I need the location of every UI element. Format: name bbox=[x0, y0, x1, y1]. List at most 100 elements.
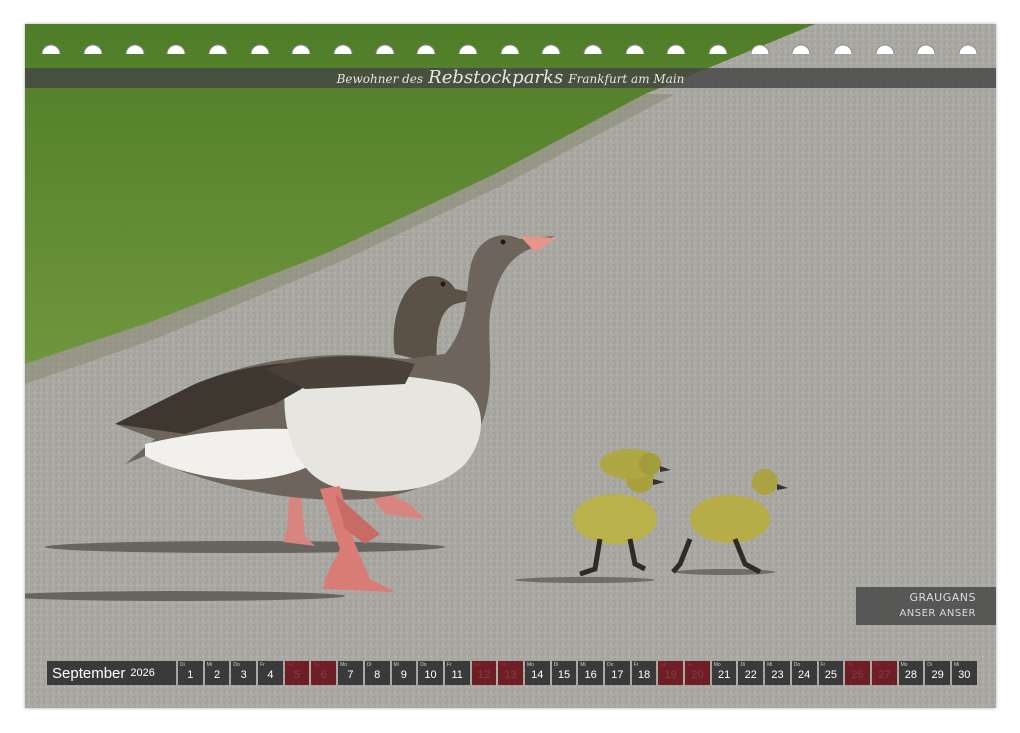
day-number: 4 bbox=[267, 669, 274, 681]
weekday-label: Mo bbox=[340, 662, 348, 668]
day-number: 29 bbox=[931, 669, 944, 681]
day-number: 11 bbox=[451, 669, 463, 681]
day-number: 27 bbox=[878, 669, 891, 681]
day-number: 8 bbox=[374, 669, 381, 681]
day-number: 23 bbox=[771, 669, 784, 681]
calendar-day: Fr 25 bbox=[818, 661, 844, 685]
weekday-label: So bbox=[873, 662, 880, 668]
calendar-day: Mo 28 bbox=[898, 661, 924, 685]
species-label: GRAUGANS ANSER ANSER bbox=[856, 587, 996, 625]
weekday-label: Fr bbox=[820, 662, 826, 668]
day-number: 21 bbox=[717, 669, 731, 681]
calendar-day: Mo 21 bbox=[711, 661, 737, 685]
calendar-day: Fr 11 bbox=[444, 661, 470, 685]
weekday-label: Di bbox=[740, 662, 746, 668]
calendar-day: So 27 bbox=[871, 661, 897, 685]
day-number: 1 bbox=[187, 669, 194, 681]
month-year: 2026 bbox=[130, 667, 155, 679]
day-number: 16 bbox=[584, 669, 597, 681]
calendar-day: Di 22 bbox=[738, 661, 764, 685]
calendar-day: Mi 23 bbox=[765, 661, 790, 685]
calendar-day: Mi 2 bbox=[204, 661, 230, 685]
day-number: 6 bbox=[320, 669, 327, 681]
calendar-day: Do 3 bbox=[231, 661, 257, 685]
weekday-label: Sa bbox=[473, 662, 480, 668]
weekday-label: So bbox=[500, 662, 507, 668]
weekday-label: Di bbox=[366, 662, 372, 668]
calendar-day: Mi 9 bbox=[391, 661, 417, 685]
day-number: 2 bbox=[213, 669, 221, 681]
weekday-label: Sa bbox=[847, 662, 854, 668]
calendar-day: So 6 bbox=[311, 661, 337, 685]
weekday-label: Di bbox=[927, 662, 932, 668]
calendar-day: Do 24 bbox=[791, 661, 817, 685]
weekday-label: Mi bbox=[206, 662, 212, 668]
weekday-label: Do bbox=[420, 662, 427, 668]
month-name: September bbox=[52, 664, 126, 682]
weekday-label: Sa bbox=[286, 662, 293, 668]
calendar-day: Di 29 bbox=[925, 661, 950, 685]
banner-suffix: Frankfurt am Main bbox=[568, 72, 685, 86]
month-label: September 2026 bbox=[47, 661, 176, 685]
day-number: 15 bbox=[557, 669, 571, 681]
weekday-label: Fr bbox=[446, 662, 452, 668]
calendar-day: Sa 12 bbox=[471, 661, 497, 685]
calendar-day: Mi 16 bbox=[578, 661, 603, 685]
weekday-label: Di bbox=[180, 662, 185, 668]
calendar-page: Bewohner des Rebstockparks Frankfurt am … bbox=[25, 24, 996, 708]
day-number: 24 bbox=[798, 669, 811, 681]
day-number: 9 bbox=[400, 669, 407, 681]
day-number: 28 bbox=[904, 669, 918, 681]
day-number: 19 bbox=[664, 669, 677, 681]
species-latin-name: ANSER ANSER bbox=[899, 608, 976, 619]
calendar-day: Sa 26 bbox=[845, 661, 870, 685]
calendar-day: Mo 7 bbox=[338, 661, 363, 685]
day-number: 18 bbox=[637, 669, 651, 681]
day-number: 12 bbox=[477, 669, 491, 681]
day-number: 25 bbox=[824, 669, 837, 681]
calendar-strip: September 2026 Di 1 Mi 2 Do 3 Fr 4 Sa 5 So 6 Mo 7 Di 8 M… bbox=[47, 661, 977, 686]
weekday-label: Mi bbox=[393, 662, 399, 668]
banner-prefix: Bewohner des bbox=[336, 72, 424, 86]
day-number: 26 bbox=[851, 669, 864, 681]
day-number: 5 bbox=[294, 669, 301, 681]
weekday-label: Do bbox=[793, 662, 801, 668]
weekday-label: So bbox=[687, 662, 694, 668]
day-number: 13 bbox=[504, 669, 517, 681]
weekday-label: Mo bbox=[713, 662, 721, 668]
weekday-label: Mo bbox=[900, 662, 908, 668]
banner-park-name: Rebstockparks bbox=[428, 67, 564, 88]
weekday-label: Mi bbox=[767, 662, 773, 668]
calendar-day: Di 8 bbox=[364, 661, 390, 685]
weekday-label: Do bbox=[607, 662, 614, 668]
weekday-label: Sa bbox=[660, 662, 667, 668]
calendar-day: Di 1 bbox=[178, 661, 203, 685]
day-number: 30 bbox=[958, 669, 971, 681]
calendar-day: So 13 bbox=[498, 661, 523, 685]
calendar-day: Fr 4 bbox=[258, 661, 283, 685]
calendar-day: Mo 14 bbox=[524, 661, 550, 685]
calendar-day: Di 15 bbox=[551, 661, 577, 685]
weekday-label: Fr bbox=[260, 662, 265, 668]
day-number: 14 bbox=[531, 669, 544, 681]
calendar-day: Mi 30 bbox=[951, 661, 977, 685]
weekday-label: Fr bbox=[633, 662, 639, 668]
calendar-day: Sa 19 bbox=[658, 661, 684, 685]
title-banner: Bewohner des Rebstockparks Frankfurt am … bbox=[25, 68, 996, 88]
weekday-label: Do bbox=[233, 662, 240, 668]
calendar-day: Do 17 bbox=[605, 661, 630, 685]
calendar-day: Do 10 bbox=[418, 661, 443, 685]
day-number: 22 bbox=[744, 669, 757, 681]
species-german-name: GRAUGANS bbox=[909, 591, 976, 604]
day-number: 17 bbox=[611, 669, 624, 681]
weekday-label: So bbox=[313, 662, 320, 668]
weekday-label: Mi bbox=[580, 662, 586, 668]
calendar-day: So 20 bbox=[685, 661, 710, 685]
weekday-label: Di bbox=[553, 662, 559, 668]
weekday-label: Mo bbox=[526, 662, 534, 668]
day-number: 20 bbox=[691, 669, 704, 681]
day-number: 10 bbox=[424, 669, 437, 681]
day-number: 7 bbox=[347, 669, 354, 681]
goose-family-photo bbox=[25, 24, 996, 708]
calendar-day: Fr 18 bbox=[631, 661, 657, 685]
